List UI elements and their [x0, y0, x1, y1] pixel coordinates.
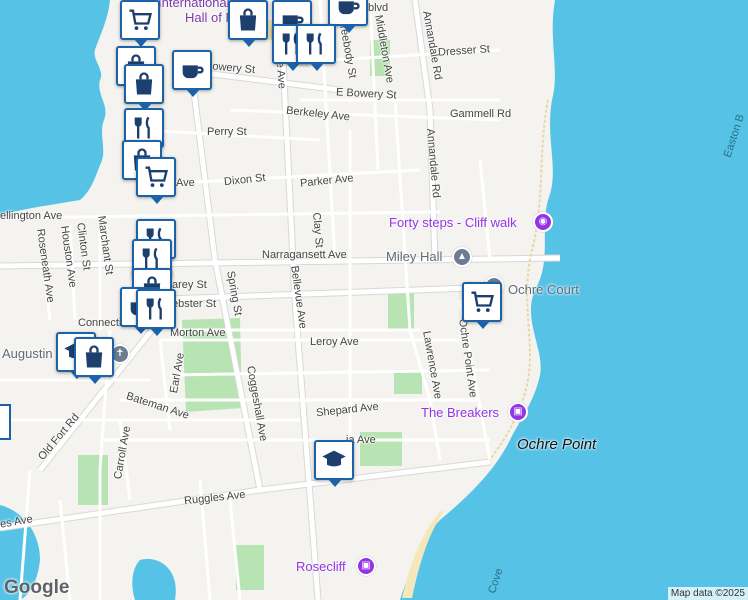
fork-knife-icon	[146, 297, 162, 320]
street-label-webster-st: ebster St	[172, 298, 217, 310]
street-label-carey-st: arey St	[172, 279, 207, 291]
school-icon[interactable]: ▲	[452, 247, 472, 267]
street-label-narragansett-ave: Narragansett Ave	[262, 249, 347, 261]
coffee-cup-icon	[338, 1, 360, 15]
poi-the-breakers-label[interactable]: The Breakers	[421, 405, 499, 420]
shopping-bag-marker[interactable]	[228, 0, 268, 47]
shopping-cart-marker[interactable]	[462, 282, 502, 329]
coffee-marker[interactable]	[328, 0, 368, 33]
poi-ochre-court-label[interactable]: Ochre Court	[508, 282, 579, 297]
coffee-marker[interactable]	[172, 50, 212, 97]
camera-icon[interactable]: ◉	[533, 212, 553, 232]
poi-rosecliff-label[interactable]: Rosecliff	[296, 559, 346, 574]
street-label-ave: Ave	[176, 177, 195, 189]
shopping-cart-icon	[145, 166, 168, 188]
street-label-gammell-rd: Gammell Rd	[450, 108, 512, 120]
map-canvas[interactable]: International Hall of Fame blvd Bowery S…	[0, 0, 748, 600]
restaurant-marker[interactable]	[296, 24, 336, 71]
museum-icon[interactable]: ▣	[508, 402, 528, 422]
street-label-international: International	[158, 0, 230, 10]
shopping-cart-marker[interactable]	[136, 157, 176, 204]
shopping-cart-icon	[471, 291, 494, 313]
museum-icon[interactable]: ▣	[356, 556, 376, 576]
shopping-bag-icon	[239, 8, 257, 31]
shopping-bag-icon	[135, 72, 153, 95]
shopping-cart-icon	[129, 9, 152, 31]
fork-knife-icon	[306, 32, 322, 55]
shopping-bag-marker[interactable]	[124, 64, 164, 111]
restaurant-marker[interactable]	[136, 289, 176, 336]
school-marker[interactable]	[314, 440, 354, 487]
place-label-ochre-point: Ochre Point	[517, 436, 597, 453]
street-label-perry-st: Perry St	[207, 126, 247, 138]
street-label-morton-ave: Morton Ave	[170, 327, 226, 339]
street-label-leroy-ave: Leroy Ave	[310, 336, 359, 348]
fork-knife-icon	[134, 116, 150, 139]
coffee-cup-icon	[182, 65, 204, 79]
shopping-cart-marker[interactable]	[120, 0, 160, 47]
poi-forty-steps-label[interactable]: Forty steps - Cliff walk	[389, 215, 517, 230]
shopping-bag-icon	[85, 345, 103, 368]
google-logo: Google	[4, 577, 70, 598]
graduation-cap-icon	[322, 450, 346, 467]
street-label-blvd: blvd	[368, 2, 389, 14]
poi-augustin-label[interactable]: Augustin	[2, 346, 53, 361]
poi-miley-hall-label[interactable]: Miley Hall	[386, 249, 442, 264]
shopping-bag-marker[interactable]	[74, 337, 114, 384]
map-attribution[interactable]: Map data ©2025	[667, 587, 748, 600]
street-label-wellington-ave: ellington Ave	[0, 210, 63, 222]
